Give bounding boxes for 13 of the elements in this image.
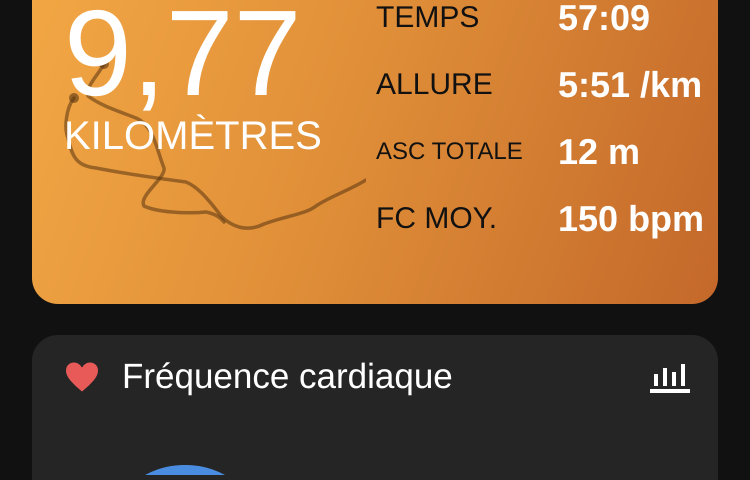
heart-icon — [64, 361, 100, 393]
stat-label: ALLURE — [376, 68, 494, 102]
distance-value: 9,77 — [64, 0, 302, 114]
card-title: Fréquence cardiaque — [122, 357, 454, 397]
stat-value: 5:51 /km — [558, 64, 704, 106]
stat-label: ASC TOTALE — [376, 138, 524, 166]
distance-unit: KILOMÈTRES — [64, 116, 323, 156]
stat-value: 57:09 — [558, 0, 652, 38]
bar-chart-icon[interactable] — [650, 361, 690, 393]
stat-label: TEMPS — [376, 0, 480, 34]
stat-label: FC MOY. — [376, 202, 498, 236]
stat-value: 12 m — [558, 130, 642, 172]
stat-value: 150 bpm — [558, 198, 704, 240]
